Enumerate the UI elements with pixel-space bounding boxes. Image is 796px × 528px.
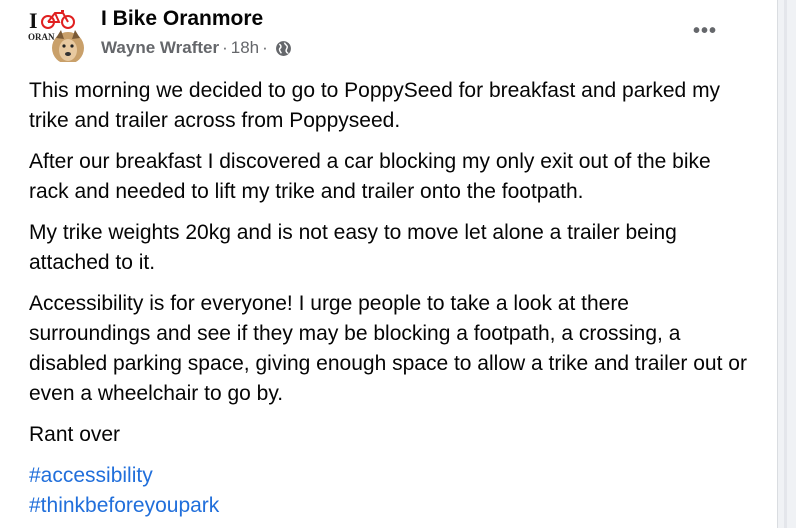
more-options-button[interactable]: ••• [690,20,720,42]
post-paragraph: This morning we decided to go to PoppySe… [29,79,721,132]
group-logo-icon: I ORAN [28,8,84,62]
hashtag-list: #accessibility #thinkbeforeyoupark [29,461,749,521]
dog-photo-icon [52,30,84,62]
meta-separator-2: · [262,38,268,57]
post-paragraph: Accessibility is for everyone! I urge pe… [29,292,747,405]
hashtag-link[interactable]: #accessibility [29,461,749,491]
scrollbar-track[interactable] [784,0,787,528]
globe-icon[interactable] [275,40,292,57]
group-avatar[interactable]: I ORAN [28,6,88,62]
author-link[interactable]: Wayne Wrafter [101,38,219,58]
logo-letter: I [29,8,38,33]
post-time-link[interactable]: 18h [231,38,259,58]
page-scroll-gutter [778,0,796,528]
post-paragraph: After our breakfast I discovered a car b… [29,150,711,203]
post-meta: Wayne Wrafter · 18h · [101,38,292,58]
post-card: I ORAN I Bike Oranmore Wayne Wrafter · 1… [0,0,778,528]
logo-text: ORAN [28,32,55,42]
group-name-link[interactable]: I Bike Oranmore [101,7,263,31]
post-body: This morning we decided to go to PoppySe… [29,76,749,521]
hashtag-link[interactable]: #thinkbeforeyoupark [29,491,749,521]
meta-separator: · [222,38,228,57]
post-paragraph: Rant over [29,423,121,446]
bike-icon [41,10,75,29]
post-paragraph: My trike weights 20kg and is not easy to… [29,221,677,274]
